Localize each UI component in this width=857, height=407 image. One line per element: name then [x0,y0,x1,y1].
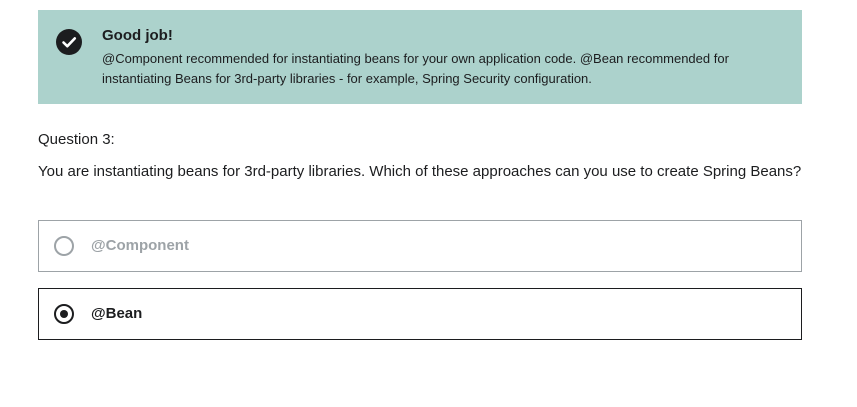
radio-dot-icon [60,310,68,318]
feedback-alert: Good job! @Component recommended for ins… [38,10,802,104]
answer-option-bean[interactable]: @Bean [38,288,802,340]
feedback-message: @Component recommended for instantiating… [102,51,729,86]
radio-button-checked[interactable] [54,304,74,324]
question-number: Question 3: [38,131,115,148]
feedback-title: Good job! [102,27,173,44]
check-circle-icon [56,29,82,55]
radio-button-unchecked[interactable] [54,236,74,256]
answer-option-component[interactable]: @Component [38,220,802,272]
answer-option-label: @Bean [91,305,143,322]
question-prompt: You are instantiating beans for 3rd-part… [38,163,802,180]
answer-option-label: @Component [91,237,189,254]
